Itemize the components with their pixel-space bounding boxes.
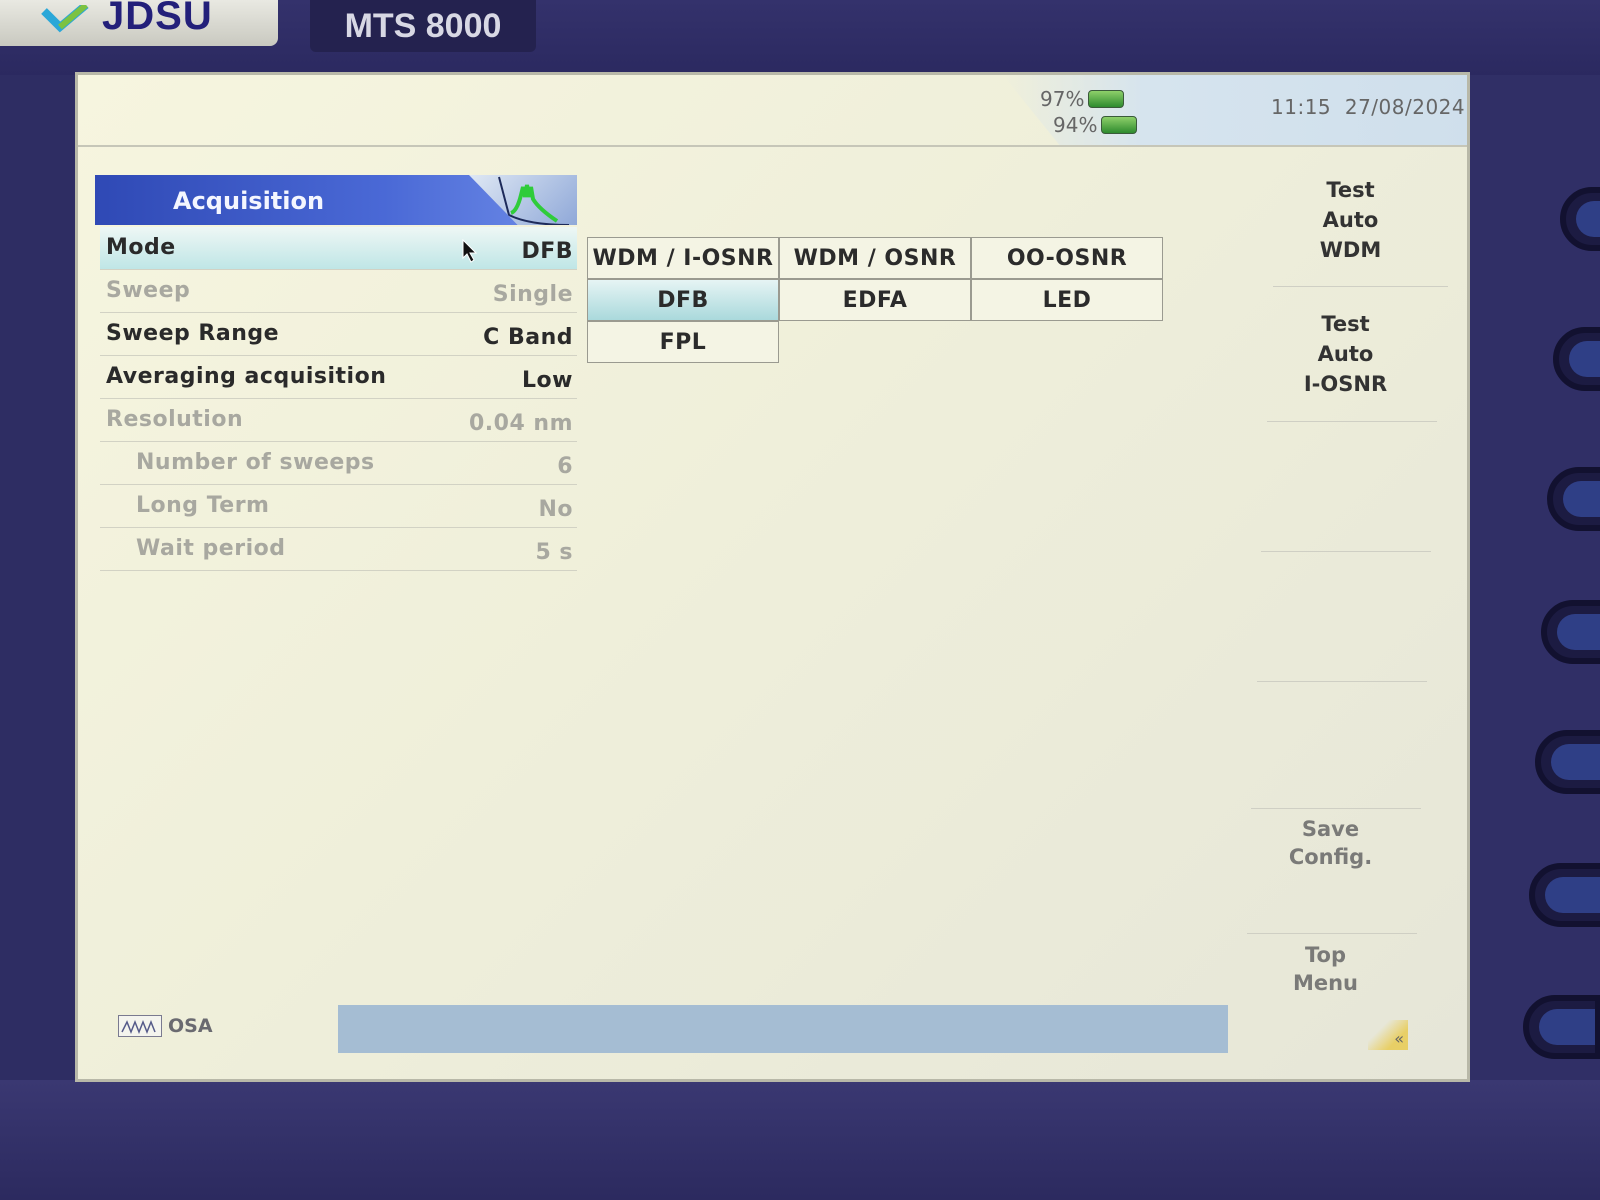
softkey-divider: [1273, 286, 1448, 287]
brand-plate: JDSU: [0, 0, 278, 46]
param-value: 6: [557, 454, 573, 479]
right-bezel: [1465, 75, 1600, 1100]
battery-status-1: 97%: [1040, 87, 1125, 111]
battery-icon: [1088, 90, 1125, 108]
osa-spectrum-icon: [118, 1015, 162, 1037]
softkey-test-auto-iosnr[interactable]: Test Auto I-OSNR: [1243, 309, 1448, 399]
back-arrows-icon[interactable]: «: [1368, 1020, 1408, 1050]
hardware-softkey-3[interactable]: [1547, 467, 1600, 531]
battery-level-1: 97%: [1040, 87, 1085, 111]
softkey-line: Menu: [1292, 971, 1359, 995]
clock: 11:15 27/08/2024: [1271, 95, 1465, 119]
param-label: Sweep Range: [106, 321, 280, 346]
brand-name: JDSU: [102, 0, 213, 38]
cursor-arrow-icon: [462, 238, 478, 263]
param-label: Number of sweeps: [136, 450, 375, 475]
time: 11:15: [1271, 95, 1332, 119]
param-row-sweep: Sweep Single: [100, 270, 577, 313]
left-bezel: [0, 75, 75, 1100]
param-value: Single: [492, 282, 573, 307]
param-value: 0.04 nm: [468, 411, 573, 436]
param-value: C Band: [483, 325, 573, 350]
softkey-line: Auto: [1322, 208, 1379, 232]
softkey-test-auto-wdm[interactable]: Test Auto WDM: [1248, 175, 1453, 265]
spectrum-wave-icon: [469, 175, 577, 225]
softkey-line: Test: [1326, 178, 1375, 202]
param-row-wait-period: Wait period 5 s: [100, 528, 577, 571]
panel-title: Acquisition: [173, 187, 325, 215]
hardware-softkey-6[interactable]: [1529, 863, 1600, 927]
battery-status-2: 94%: [1053, 113, 1138, 137]
softkey-divider: [1247, 933, 1417, 934]
softkey-line: Test: [1321, 312, 1370, 336]
hardware-softkey-5[interactable]: [1535, 730, 1600, 794]
softkey-divider: [1261, 551, 1431, 552]
param-label: Wait period: [136, 536, 286, 561]
model-plate: MTS 8000: [310, 0, 536, 52]
softkey-divider: [1251, 808, 1421, 809]
mode-option-oo-osnr[interactable]: OO-OSNR: [971, 237, 1163, 279]
hardware-softkey-7[interactable]: [1523, 995, 1600, 1059]
param-row-long-term: Long Term No: [100, 485, 577, 528]
param-value: 5 s: [535, 540, 573, 565]
param-label: Mode: [106, 235, 176, 260]
param-row-mode[interactable]: Mode DFB: [100, 227, 577, 270]
mode-option-wdm-iosnr[interactable]: WDM / I-OSNR: [587, 237, 779, 279]
status-bar: 97% 94% 11:15 27/08/2024: [78, 75, 1467, 147]
softkey-top-menu[interactable]: Top Menu: [1223, 941, 1428, 997]
hardware-softkey-2[interactable]: [1553, 327, 1600, 391]
display-screen: 97% 94% 11:15 27/08/2024 Acquisition Mod…: [75, 72, 1470, 1082]
param-label: Resolution: [106, 407, 244, 432]
softkey-divider: [1257, 681, 1427, 682]
softkey-line: Auto: [1317, 342, 1374, 366]
param-row-number-of-sweeps: Number of sweeps 6: [100, 442, 577, 485]
mode-option-fpl[interactable]: FPL: [587, 321, 779, 363]
jdsu-logo-icon: [40, 1, 92, 41]
device-top-bezel: JDSU MTS 8000: [0, 0, 1600, 75]
mode-option-dfb[interactable]: DFB: [587, 279, 779, 321]
softkey-line: Top: [1305, 943, 1346, 967]
param-label: Sweep: [106, 278, 191, 303]
model-name: MTS 8000: [344, 6, 502, 45]
param-row-sweep-range[interactable]: Sweep Range C Band: [100, 313, 577, 356]
osa-tab-label: OSA: [168, 1015, 213, 1037]
mode-option-edfa[interactable]: EDFA: [779, 279, 971, 321]
softkey-line: I-OSNR: [1303, 372, 1388, 396]
softkey-divider: [1267, 421, 1437, 422]
softkey-save-config[interactable]: Save Config.: [1228, 815, 1433, 871]
param-value: No: [538, 497, 573, 522]
softkey-line: Config.: [1288, 845, 1373, 869]
battery-icon: [1101, 116, 1138, 134]
param-value: DFB: [521, 239, 573, 264]
mode-option-led[interactable]: LED: [971, 279, 1163, 321]
param-value: Low: [522, 368, 573, 393]
mode-option-wdm-osnr[interactable]: WDM / OSNR: [779, 237, 971, 279]
param-row-averaging[interactable]: Averaging acquisition Low: [100, 356, 577, 399]
acquisition-header: Acquisition: [95, 175, 577, 225]
softkey-line: Save: [1301, 817, 1360, 841]
bottom-bezel: [0, 1080, 1600, 1200]
date: 27/08/2024: [1344, 95, 1466, 119]
param-label: Long Term: [136, 493, 270, 518]
battery-level-2: 94%: [1053, 113, 1098, 137]
param-label: Averaging acquisition: [106, 364, 387, 389]
parameter-list: Mode DFB Sweep Single Sweep Range C Band…: [100, 227, 577, 571]
hardware-softkey-4[interactable]: [1541, 600, 1600, 664]
softkey-line: WDM: [1319, 238, 1382, 262]
osa-tab[interactable]: OSA: [118, 1015, 213, 1037]
hardware-softkey-1[interactable]: [1560, 187, 1600, 251]
param-row-resolution: Resolution 0.04 nm: [100, 399, 577, 442]
progress-bar: [338, 1005, 1228, 1053]
